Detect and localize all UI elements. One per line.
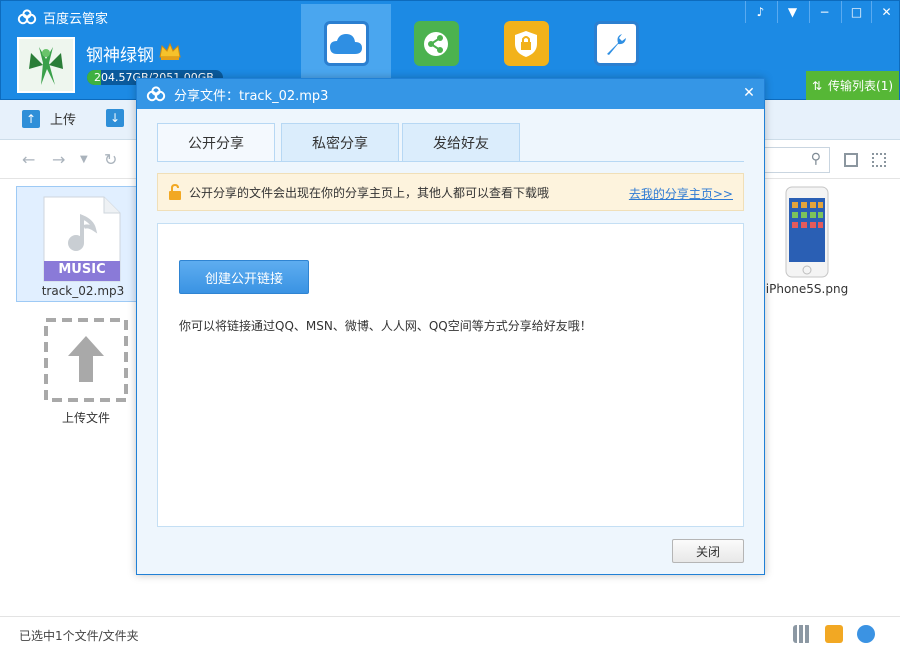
baidu-cloud-logo-icon	[17, 9, 37, 25]
tab-private-share-label: 私密分享	[312, 135, 368, 152]
transfer-label: 传输列表(1)	[828, 79, 894, 93]
forward-arrow-icon[interactable]: →	[52, 150, 65, 169]
username: 钢神绿钢	[86, 46, 154, 66]
dialog-title: 分享文件：track_02.mp3	[174, 88, 329, 104]
transfer-list-button[interactable]: ⇅ 传输列表(1)	[806, 71, 899, 100]
music-badge: MUSIC	[58, 262, 106, 277]
dialog-body: 公开分享 私密分享 发给好友 公开分享的文件会出现在你的分享主页上，其他人都可以…	[137, 109, 764, 574]
download-icon: ↓	[106, 109, 124, 127]
grid-view-icon[interactable]	[872, 153, 886, 167]
vip-crown-icon[interactable]	[158, 41, 182, 61]
transfer-icon: ⇅	[811, 78, 823, 93]
cloud-icon	[323, 21, 369, 66]
upload-status-icon[interactable]	[825, 625, 843, 643]
avatar-image	[19, 39, 73, 91]
tab-private-share[interactable]: 私密分享	[281, 123, 399, 161]
nav-tab-safe[interactable]	[481, 4, 571, 84]
my-share-page-link[interactable]: 去我的分享主页>>	[629, 185, 733, 202]
baidu-cloud-logo-icon	[146, 86, 166, 102]
tab-divider	[157, 161, 744, 162]
tab-public-share-label: 公开分享	[188, 136, 244, 152]
tab-public-share[interactable]: 公开分享	[157, 123, 275, 162]
file-item-iphone[interactable]: iPhone5S.png	[764, 186, 850, 296]
dialog-title-bar: 分享文件：track_02.mp3 ✕	[137, 79, 764, 109]
bell-icon[interactable]: ♪	[745, 1, 775, 23]
public-share-notice: 公开分享的文件会出现在你的分享主页上，其他人都可以查看下载哦 去我的分享主页>>	[157, 173, 744, 211]
iphone-image-icon	[785, 186, 829, 278]
file-name: iPhone5S.png	[765, 282, 849, 296]
download-button[interactable]: ↓	[106, 109, 134, 127]
history-dropdown-icon[interactable]: ▼	[80, 154, 88, 165]
upload-button[interactable]: ↑ 上传	[22, 109, 76, 128]
tab-send-friend-label: 发给好友	[433, 135, 489, 152]
share-content-panel: 创建公开链接 你可以将链接通过QQ、MSN、微博、人人网、QQ空间等方式分享给好…	[157, 223, 744, 527]
apps-icon[interactable]	[793, 625, 811, 643]
nav-tab-share[interactable]	[391, 4, 481, 84]
tab-send-friend[interactable]: 发给好友	[402, 123, 520, 161]
close-icon[interactable]: ✕	[871, 1, 900, 23]
selection-status: 已选中1个文件/文件夹	[19, 629, 139, 643]
share-icon	[413, 21, 459, 66]
nav-tab-tools[interactable]	[571, 4, 661, 84]
minimize-icon[interactable]: −	[809, 1, 839, 23]
wrench-icon	[593, 21, 639, 66]
back-arrow-icon[interactable]: ←	[22, 150, 35, 169]
maximize-icon[interactable]: □	[841, 1, 871, 23]
nav-tab-cloud[interactable]	[301, 4, 391, 84]
search-input[interactable]: ⚲	[764, 147, 830, 173]
notice-text: 公开分享的文件会出现在你的分享主页上，其他人都可以查看下载哦	[189, 185, 550, 200]
file-name: track_02.mp3	[41, 284, 125, 298]
file-item-track[interactable]: MUSIC track_02.mp3	[16, 186, 150, 302]
upload-icon: ↑	[22, 109, 40, 128]
upload-file-item[interactable]: 上传文件	[40, 316, 132, 426]
create-public-link-button[interactable]: 创建公开链接	[179, 260, 309, 294]
upload-placeholder-icon	[44, 318, 128, 402]
lock-icon	[503, 21, 549, 66]
search-icon[interactable]: ⚲	[811, 151, 821, 167]
share-dialog: 分享文件：track_02.mp3 ✕ 公开分享 私密分享 发给好友 公开分享的…	[136, 78, 765, 575]
status-bar: 已选中1个文件/文件夹	[0, 616, 900, 650]
app-title: 百度云管家	[43, 11, 109, 27]
menu-icon[interactable]: ▼	[777, 1, 807, 23]
lock-status-icon[interactable]	[857, 625, 875, 643]
share-hint-text: 你可以将链接通过QQ、MSN、微博、人人网、QQ空间等方式分享给好友哦！	[179, 319, 592, 333]
close-button[interactable]: 关闭	[672, 539, 744, 563]
avatar[interactable]	[17, 37, 75, 93]
list-view-icon[interactable]	[844, 153, 858, 167]
dialog-close-icon[interactable]: ✕	[738, 83, 760, 103]
refresh-icon[interactable]: ↻	[104, 150, 117, 169]
upload-label: 上传	[50, 113, 77, 128]
unlock-icon	[169, 184, 181, 200]
upload-file-label: 上传文件	[61, 411, 110, 425]
app-title-bar: 百度云管家	[17, 6, 108, 28]
